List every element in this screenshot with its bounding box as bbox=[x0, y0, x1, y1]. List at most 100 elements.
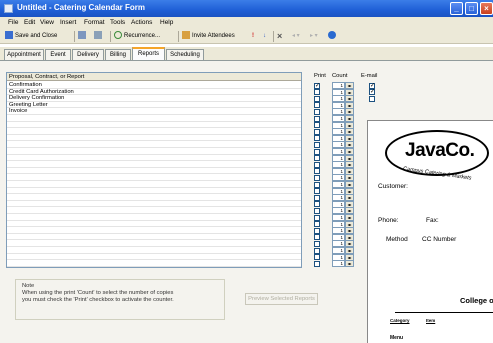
list-item[interactable] bbox=[7, 201, 301, 208]
menu-edit[interactable]: Edit bbox=[24, 19, 35, 26]
print-checkbox[interactable] bbox=[314, 201, 320, 208]
print-checkbox[interactable] bbox=[314, 115, 320, 122]
print-checkbox[interactable] bbox=[314, 234, 320, 241]
tab-billing[interactable]: Billing bbox=[105, 49, 131, 60]
report-list-header: Proposal, Contract, or Report bbox=[7, 73, 301, 81]
email-checkbox[interactable]: ✓ bbox=[369, 89, 375, 96]
print-checkbox[interactable] bbox=[314, 254, 320, 261]
copy-count-stepper[interactable]: 1 ◂▸ bbox=[332, 260, 354, 268]
print-checkbox[interactable] bbox=[314, 128, 320, 135]
print-checkbox[interactable] bbox=[314, 108, 320, 115]
invite-attendees-button[interactable]: Invite Attendees bbox=[182, 31, 235, 42]
print-checkbox[interactable] bbox=[314, 102, 320, 109]
list-item[interactable] bbox=[7, 135, 301, 142]
list-item[interactable]: Credit Card Authorization bbox=[7, 89, 301, 96]
delete-icon[interactable]: × bbox=[277, 31, 282, 42]
print-checkbox[interactable] bbox=[314, 227, 320, 234]
menu-actions[interactable]: Actions bbox=[131, 19, 152, 26]
print-button[interactable] bbox=[78, 31, 88, 42]
window-title: Untitled - Catering Calendar Form bbox=[17, 3, 146, 12]
copy-count-value[interactable]: 1 bbox=[332, 260, 345, 268]
print-checkbox[interactable] bbox=[314, 188, 320, 195]
list-item[interactable] bbox=[7, 227, 301, 234]
menu-tools[interactable]: Tools bbox=[110, 19, 125, 26]
next-item-icon[interactable]: ▸ ▾ bbox=[310, 31, 318, 42]
list-item[interactable]: Greeting Letter bbox=[7, 102, 301, 109]
close-button[interactable]: × bbox=[480, 2, 493, 15]
menu-help[interactable]: Help bbox=[160, 19, 173, 26]
tab-event[interactable]: Event bbox=[45, 49, 71, 60]
list-item[interactable] bbox=[7, 207, 301, 214]
list-item[interactable] bbox=[7, 254, 301, 261]
recurrence-button[interactable]: Recurrence... bbox=[114, 31, 160, 42]
print-icon bbox=[78, 31, 86, 40]
list-item[interactable] bbox=[7, 174, 301, 181]
help-button[interactable] bbox=[328, 31, 338, 42]
list-item[interactable] bbox=[7, 221, 301, 228]
menu-view[interactable]: View bbox=[40, 19, 54, 26]
list-item[interactable] bbox=[7, 260, 301, 267]
maximize-button[interactable]: □ bbox=[465, 2, 478, 15]
previous-item-icon[interactable]: ◂ ▾ bbox=[292, 31, 300, 42]
preview-selected-reports-button[interactable]: Preview Selected Reports bbox=[245, 293, 318, 305]
menu-format[interactable]: Format bbox=[84, 19, 105, 26]
print-checkbox[interactable] bbox=[314, 148, 320, 155]
list-item[interactable]: Confirmation bbox=[7, 82, 301, 89]
list-item[interactable] bbox=[7, 234, 301, 241]
method-label: Method bbox=[386, 236, 408, 243]
list-item[interactable] bbox=[7, 161, 301, 168]
list-item[interactable] bbox=[7, 181, 301, 188]
print-checkbox[interactable] bbox=[314, 89, 320, 96]
list-item[interactable] bbox=[7, 148, 301, 155]
menu-file[interactable]: File bbox=[8, 19, 18, 26]
note-box: Note When using the print 'Count' to sel… bbox=[15, 279, 225, 320]
print-checkbox[interactable]: ✓ bbox=[314, 82, 320, 89]
menu-insert[interactable]: Insert bbox=[60, 19, 76, 26]
print-checkbox[interactable] bbox=[314, 240, 320, 247]
print-checkbox[interactable] bbox=[314, 161, 320, 168]
toolbar-separator bbox=[110, 31, 111, 42]
list-item[interactable] bbox=[7, 188, 301, 195]
tab-delivery[interactable]: Delivery bbox=[72, 49, 104, 60]
list-item[interactable] bbox=[7, 128, 301, 135]
print-checkbox[interactable] bbox=[314, 135, 320, 142]
list-item[interactable]: Invoice bbox=[7, 108, 301, 115]
list-item[interactable] bbox=[7, 214, 301, 221]
list-item[interactable] bbox=[7, 168, 301, 175]
toolbar-separator bbox=[273, 31, 274, 42]
list-item[interactable] bbox=[7, 247, 301, 254]
tab-appointment[interactable]: Appointment bbox=[4, 49, 44, 60]
email-checkbox[interactable]: ✓ bbox=[369, 82, 375, 89]
print-checkbox[interactable] bbox=[314, 122, 320, 129]
print-checkbox[interactable] bbox=[314, 95, 320, 102]
print-checkbox[interactable] bbox=[314, 207, 320, 214]
list-item[interactable] bbox=[7, 115, 301, 122]
spin-arrows-icon[interactable]: ◂▸ bbox=[345, 260, 354, 268]
list-item[interactable]: Delivery Confirmation bbox=[7, 95, 301, 102]
attach-button[interactable] bbox=[94, 31, 104, 42]
list-item[interactable] bbox=[7, 141, 301, 148]
print-checkbox[interactable] bbox=[314, 214, 320, 221]
minimize-button[interactable]: _ bbox=[450, 2, 463, 15]
cc-number-label: CC Number bbox=[422, 236, 457, 243]
high-importance-icon[interactable]: ! bbox=[252, 31, 254, 42]
print-checkbox[interactable] bbox=[314, 221, 320, 228]
print-checkbox[interactable] bbox=[314, 260, 320, 267]
low-importance-icon[interactable]: ↓ bbox=[263, 31, 266, 42]
email-checkbox[interactable] bbox=[369, 95, 375, 102]
list-item[interactable] bbox=[7, 240, 301, 247]
print-checkbox[interactable] bbox=[314, 168, 320, 175]
tab-reports[interactable]: Reports bbox=[132, 47, 165, 61]
save-close-button[interactable]: Save and Close bbox=[5, 31, 57, 42]
print-checkbox[interactable] bbox=[314, 181, 320, 188]
print-checkbox[interactable] bbox=[314, 155, 320, 162]
print-checkbox[interactable] bbox=[314, 141, 320, 148]
print-checkbox[interactable] bbox=[314, 194, 320, 201]
list-item[interactable] bbox=[7, 122, 301, 129]
report-list[interactable]: Proposal, Contract, or Report Confirmati… bbox=[6, 72, 302, 268]
print-checkbox[interactable] bbox=[314, 247, 320, 254]
tab-scheduling[interactable]: Scheduling bbox=[166, 49, 204, 60]
print-checkbox[interactable] bbox=[314, 174, 320, 181]
list-item[interactable] bbox=[7, 194, 301, 201]
list-item[interactable] bbox=[7, 155, 301, 162]
